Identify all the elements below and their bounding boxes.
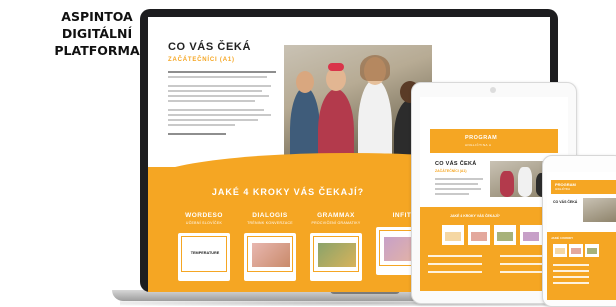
step-title: DIALOGIS <box>252 212 288 219</box>
phone-students-photo <box>583 198 616 222</box>
phone-steps-band <box>547 232 616 300</box>
tablet-banner-title: PROGRAM <box>465 135 498 141</box>
step-card <box>310 233 362 281</box>
phone-step-card[interactable] <box>585 244 599 257</box>
hero-text: CO VÁS ČEKÁ ZAČÁTEČNÍCI (A1) <box>168 41 280 135</box>
step-card <box>244 233 296 281</box>
step-card-image <box>252 243 290 267</box>
step-title: GRAMMAX <box>317 212 355 219</box>
tablet-step-card[interactable] <box>442 225 464 245</box>
hero-body-text <box>168 71 280 135</box>
phone-list-line <box>553 270 589 272</box>
step-subtitle: UČEBNÍ SLOVÍČEK <box>185 221 223 225</box>
tablet-heading: CO VÁS ČEKÁ <box>435 161 477 167</box>
tablet-step-card[interactable] <box>494 225 516 245</box>
phone-step-card[interactable] <box>569 244 583 257</box>
step-subtitle: PROCVIČENÍ GRAMATIKY <box>311 221 361 225</box>
brand-title-line-1: ASPINTOA <box>61 9 133 24</box>
tablet-list-line <box>428 255 482 257</box>
step-card-image <box>318 243 356 267</box>
tablet-steps-heading: JAKÉ 4 KROKY VÁS ČEKAJÍ? <box>450 214 500 218</box>
brand-title: ASPINTOA DIGITÁLNÍ PLATFORMA <box>52 8 142 59</box>
step-card: TEMPERATURE <box>178 233 230 281</box>
steps-heading: JAKÉ 4 KROKY VÁS ČEKAJÍ? <box>211 187 365 197</box>
tablet-subheading: ZAČÁTEČNÍCI (A1) <box>435 169 467 173</box>
tablet-banner-subtitle: ANGLIČTINA A <box>465 143 492 147</box>
phone-list-line <box>553 282 589 284</box>
phone-banner-subtitle: ANGLIČTINA <box>555 188 571 191</box>
tablet-body-text <box>435 175 483 195</box>
brand-title-line-2: DIGITÁLNÍ <box>61 26 133 41</box>
hero-heading: CO VÁS ČEKÁ <box>168 41 251 53</box>
phone-heading: CO VÁS ČEKÁ <box>553 200 578 204</box>
tablet-step-card[interactable] <box>520 225 542 245</box>
brand-title-line-3: PLATFORMA <box>54 43 140 58</box>
phone-steps-heading: JAKÉ 4 KROKY <box>551 236 574 240</box>
card-label: TEMPERATURE <box>190 251 220 255</box>
phone-banner-title: PROGRAM <box>555 182 576 187</box>
step-subtitle: TRÉNINK KONVERZACE <box>247 221 293 225</box>
tablet-step-card[interactable] <box>468 225 490 245</box>
phone-list-line <box>553 264 589 266</box>
tablet-list-line <box>428 271 482 273</box>
tablet-list-line <box>428 263 482 265</box>
step-grammax[interactable]: GRAMMAX PROCVIČENÍ GRAMATIKY <box>304 212 368 281</box>
tablet-program-banner: PROGRAM ANGLIČTINA A <box>430 129 558 153</box>
step-dialogis[interactable]: DIALOGIS TRÉNINK KONVERZACE <box>238 212 302 281</box>
phone-program-banner: PROGRAM ANGLIČTINA <box>551 180 616 194</box>
step-title: WORDESO <box>185 212 223 219</box>
phone-mockup: PROGRAM ANGLIČTINA CO VÁS ČEKÁ JAKÉ 4 KR… <box>542 155 616 307</box>
phone-step-card[interactable] <box>553 244 567 257</box>
hero-subheading: ZAČÁTEČNÍCI (A1) <box>168 57 235 63</box>
step-wordeso[interactable]: WORDESO UČEBNÍ SLOVÍČEK TEMPERATURE <box>172 212 236 281</box>
phone-list-line <box>553 276 589 278</box>
phone-screen: PROGRAM ANGLIČTINA CO VÁS ČEKÁ JAKÉ 4 KR… <box>547 172 616 300</box>
tablet-camera <box>490 87 496 93</box>
